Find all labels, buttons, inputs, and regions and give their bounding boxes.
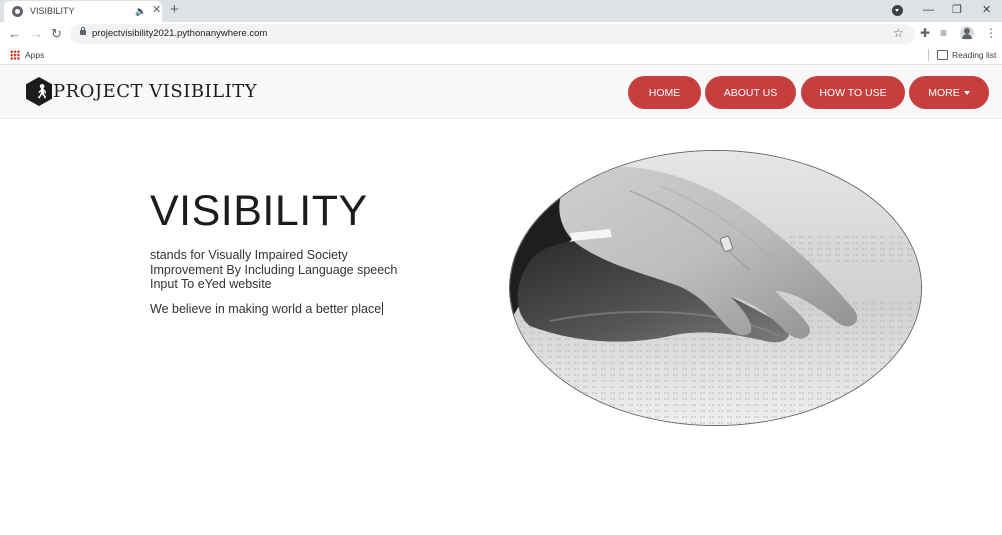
apps-grid-icon[interactable] — [10, 50, 20, 60]
apps-bookmark[interactable]: Apps — [25, 50, 44, 60]
tab-title: VISIBILITY — [30, 6, 75, 16]
nav-more-dropdown[interactable]: MORE — [909, 76, 989, 109]
new-tab-button[interactable]: + — [170, 2, 179, 18]
nav-about-button[interactable]: ABOUT US — [705, 76, 796, 109]
back-icon[interactable]: ← — [8, 26, 21, 42]
tab-search-icon[interactable] — [892, 5, 903, 16]
caret-down-icon — [963, 90, 970, 95]
walking-person-icon: 🚶︎ — [33, 83, 51, 99]
speaker-icon[interactable]: 🔈 — [135, 5, 146, 17]
hero-title: VISIBILITY — [150, 187, 368, 235]
hero-tagline-text: We believe in making world a better plac… — [150, 302, 382, 316]
browser-menu-icon[interactable]: ⋮ — [985, 26, 997, 40]
close-tab-icon[interactable]: ✕ — [152, 4, 161, 16]
browser-tab[interactable]: VISIBILITY 🔈 ✕ — [4, 1, 162, 22]
extensions-icon[interactable]: ✚ — [920, 26, 930, 40]
typing-cursor — [382, 302, 384, 315]
reading-list-icon[interactable] — [937, 50, 948, 60]
logo-icon[interactable]: 🚶︎ — [26, 77, 52, 106]
reading-list-button[interactable]: Reading list — [952, 50, 996, 60]
hero-description: stands for Visually Impaired Society Imp… — [150, 248, 398, 291]
url-text[interactable]: projectvisibility2021.pythonanywhere.com — [92, 28, 267, 39]
media-control-icon[interactable]: ≡ — [940, 26, 947, 40]
nav-how-to-use-button[interactable]: HOW TO USE — [801, 76, 905, 109]
nav-more-label: MORE — [928, 86, 960, 99]
hands-braille-image — [509, 150, 922, 426]
window-close-icon[interactable]: ✕ — [982, 3, 991, 17]
nav-how-to-use-label: HOW TO USE — [819, 86, 887, 99]
hero-tagline: We believe in making world a better plac… — [150, 302, 384, 317]
bookmarks-divider — [928, 49, 929, 61]
nav-home-label: HOME — [648, 86, 681, 99]
tab-strip: VISIBILITY 🔈 ✕ + — ❐ ✕ — [0, 0, 1002, 22]
site-logo-text[interactable]: PROJECT VISIBILITY — [53, 81, 257, 102]
forward-icon[interactable]: → — [30, 26, 43, 42]
nav-about-label: ABOUT US — [723, 86, 778, 99]
site-header: 🚶︎ PROJECT VISIBILITY HOME ABOUT US HOW … — [0, 65, 1002, 119]
globe-icon — [12, 6, 23, 17]
lock-icon[interactable] — [80, 27, 86, 35]
restore-icon[interactable]: ❐ — [952, 3, 962, 17]
minimize-icon[interactable]: — — [923, 3, 934, 17]
profile-avatar-icon[interactable] — [960, 26, 974, 40]
browser-toolbar: ← → ↻ projectvisibility2021.pythonanywhe… — [0, 22, 1002, 46]
nav-home-button[interactable]: HOME — [628, 76, 701, 109]
reload-icon[interactable]: ↻ — [51, 26, 62, 42]
bookmarks-bar: Apps Reading list — [0, 46, 1002, 65]
bookmark-star-icon[interactable]: ☆ — [893, 26, 904, 40]
hands-reading-braille-photo-icon — [510, 151, 921, 425]
address-bar[interactable]: projectvisibility2021.pythonanywhere.com… — [70, 24, 915, 44]
